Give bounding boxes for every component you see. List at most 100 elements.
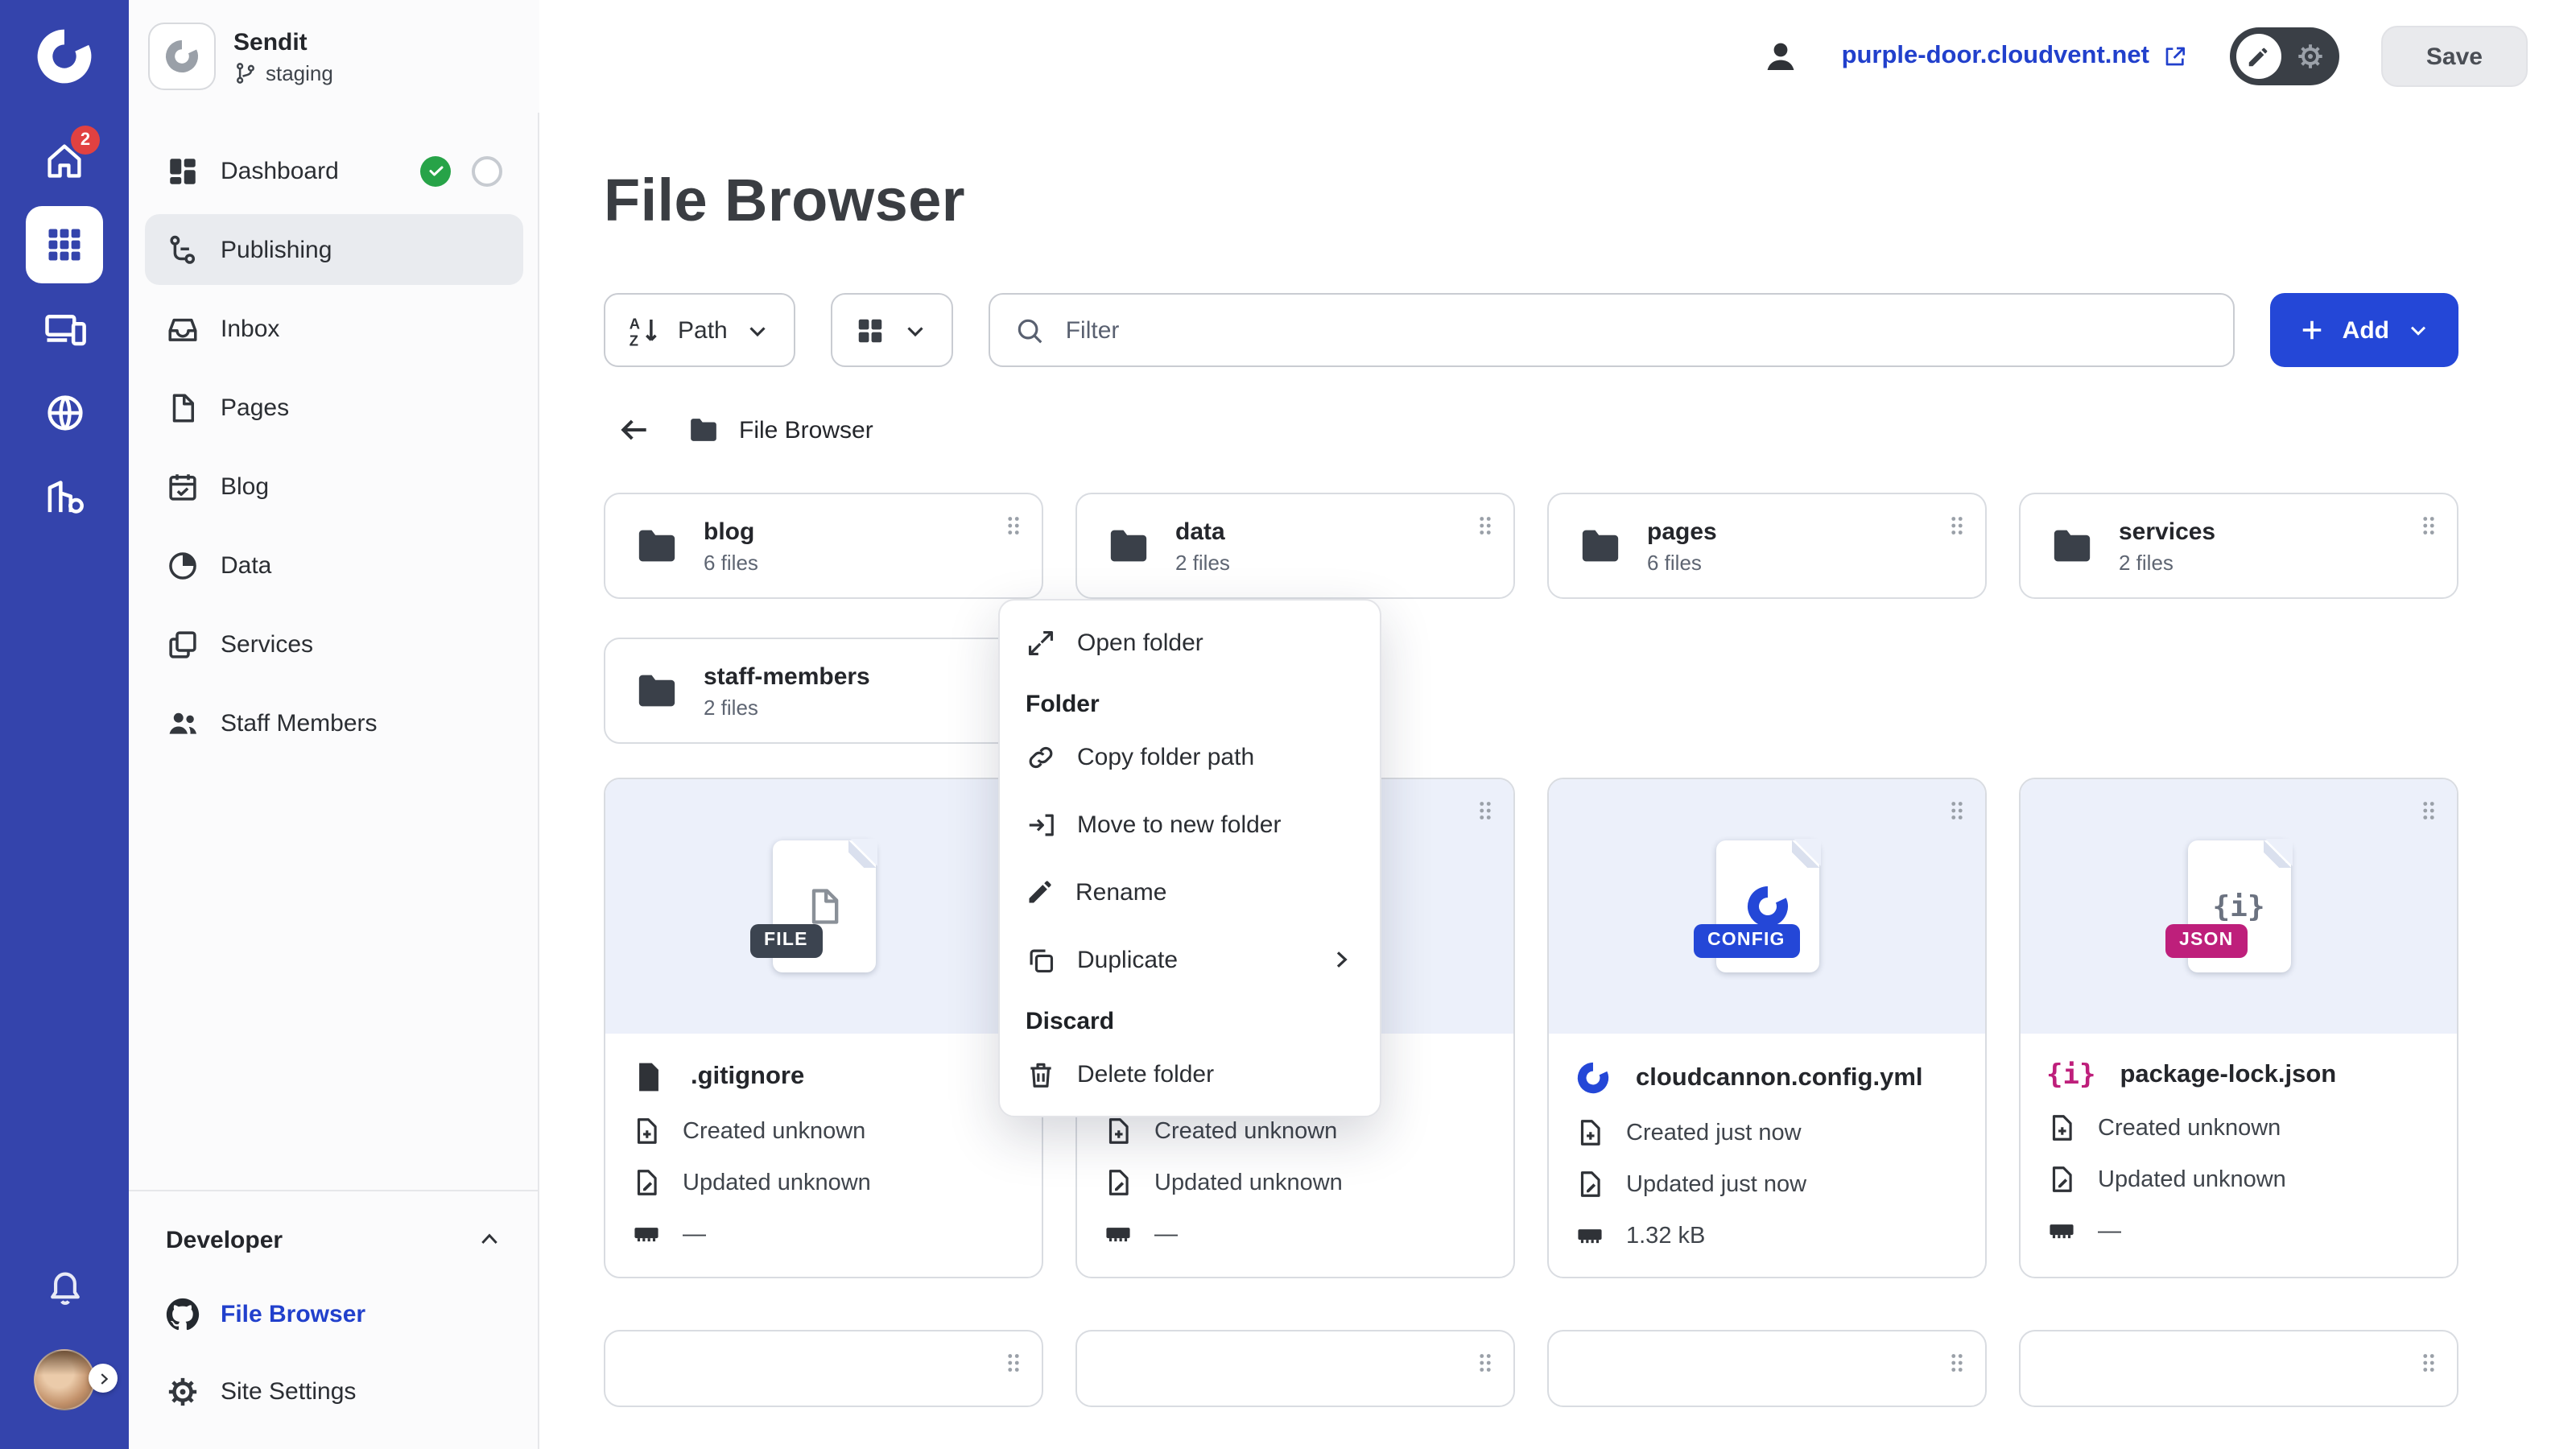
add-button[interactable]: Add xyxy=(2270,293,2458,367)
page-title: File Browser xyxy=(604,167,2458,235)
file-card-partial[interactable] xyxy=(2019,1330,2458,1407)
json-braces-icon: {i} xyxy=(2046,1059,2095,1092)
edit-mode-toggle[interactable] xyxy=(2230,27,2339,85)
publishing-icon xyxy=(166,233,200,266)
file-card-cloudcannon-config[interactable]: CONFIG cloudcannon.config.yml Created ju… xyxy=(1547,778,1987,1278)
user-avatar[interactable] xyxy=(34,1349,95,1410)
folder-file-count: 2 files xyxy=(704,695,870,719)
chevron-down-icon xyxy=(902,316,929,344)
folder-card-staff-members[interactable]: staff-members 2 files xyxy=(604,638,1043,744)
drag-handle-icon[interactable] xyxy=(1472,512,1499,539)
chevron-right-icon xyxy=(1328,947,1354,972)
developer-section-toggle[interactable]: Developer xyxy=(145,1208,523,1272)
sidebar-item-blog[interactable]: Blog xyxy=(145,451,523,522)
file-size-icon xyxy=(1575,1220,1605,1251)
sidebar-item-pages[interactable]: Pages xyxy=(145,372,523,443)
file-updated: Updated unknown xyxy=(2098,1166,2286,1192)
drag-handle-icon[interactable] xyxy=(2415,797,2442,824)
folder-card-services[interactable]: services 2 files xyxy=(2019,493,2458,599)
file-card-package-lock[interactable]: {i} JSON {i} package-lock.json Created u… xyxy=(2019,778,2458,1278)
folder-name: services xyxy=(2119,518,2215,545)
file-card-partial[interactable] xyxy=(1075,1330,1515,1407)
gear-icon xyxy=(2296,42,2325,71)
sidebar-item-data[interactable]: Data xyxy=(145,530,523,601)
file-card-gitignore[interactable]: FILE .gitignore Created unknown Updated … xyxy=(604,778,1043,1278)
file-size: — xyxy=(2098,1218,2121,1244)
sidebar-item-staff-members[interactable]: Staff Members xyxy=(145,687,523,758)
site-sidebar: Sendit staging Dashboard Publishing xyxy=(129,0,539,1449)
filter-input[interactable] xyxy=(1063,315,2209,345)
plus-icon xyxy=(2297,316,2326,345)
github-icon xyxy=(166,1297,200,1331)
sidebar-divider xyxy=(538,113,539,1449)
rail-item-sites[interactable] xyxy=(26,374,103,451)
cloudcannon-logo-icon[interactable] xyxy=(27,19,101,93)
context-menu-open-folder[interactable]: Open folder xyxy=(1000,609,1380,676)
context-menu-folder-header: Folder xyxy=(1000,676,1380,723)
inbox-icon xyxy=(166,312,200,345)
file-page-icon: {i} JSON xyxy=(2187,840,2290,972)
file-size: — xyxy=(1154,1221,1178,1247)
sidebar-item-site-settings[interactable]: Site Settings xyxy=(145,1356,523,1426)
folder-card-pages[interactable]: pages 6 files xyxy=(1547,493,1987,599)
menu-item-label: Copy folder path xyxy=(1077,743,1254,770)
created-icon xyxy=(2046,1113,2077,1143)
rail-item-apps[interactable] xyxy=(26,206,103,283)
context-menu-move-to-new-folder[interactable]: Move to new folder xyxy=(1000,791,1380,858)
folder-card-blog[interactable]: blog 6 files xyxy=(604,493,1043,599)
sidebar-item-file-browser[interactable]: File Browser xyxy=(145,1278,523,1349)
sort-button[interactable]: Path xyxy=(604,293,795,367)
folder-card-data[interactable]: data 2 files xyxy=(1075,493,1515,599)
sidebar-item-inbox[interactable]: Inbox xyxy=(145,293,523,364)
context-menu-rename[interactable]: Rename xyxy=(1000,858,1380,926)
drag-handle-icon[interactable] xyxy=(1943,512,1971,539)
cloudcannon-logo-icon xyxy=(1575,1059,1612,1096)
created-icon xyxy=(1575,1117,1605,1148)
file-type-badge: FILE xyxy=(749,923,823,958)
chevron-up-icon xyxy=(477,1227,502,1253)
back-arrow-icon[interactable] xyxy=(617,412,652,448)
drag-handle-icon[interactable] xyxy=(1943,1349,1971,1377)
folder-file-count: 6 files xyxy=(704,550,758,574)
drag-handle-icon[interactable] xyxy=(1943,797,1971,824)
rail-item-notifications[interactable] xyxy=(26,1246,103,1323)
sidebar-item-label: Site Settings xyxy=(221,1377,356,1405)
updated-icon xyxy=(631,1167,662,1198)
view-mode-button[interactable] xyxy=(831,293,953,367)
drag-handle-icon[interactable] xyxy=(1000,1349,1027,1377)
drag-handle-icon[interactable] xyxy=(1472,797,1499,824)
save-button[interactable]: Save xyxy=(2381,26,2528,87)
file-card-partial[interactable] xyxy=(604,1330,1043,1407)
sidebar-item-publishing[interactable]: Publishing xyxy=(145,214,523,285)
pencil-icon xyxy=(1026,877,1055,906)
folder-name: staff-members xyxy=(704,663,870,690)
site-header[interactable]: Sendit staging xyxy=(129,0,539,113)
drag-handle-icon[interactable] xyxy=(2415,1349,2442,1377)
drag-handle-icon[interactable] xyxy=(1472,1349,1499,1377)
context-menu-duplicate[interactable]: Duplicate xyxy=(1000,926,1380,993)
file-card-partial[interactable] xyxy=(1547,1330,1987,1407)
account-person-icon[interactable] xyxy=(1761,37,1800,76)
menu-item-label: Open folder xyxy=(1077,629,1203,656)
drag-handle-icon[interactable] xyxy=(1000,512,1027,539)
file-created: Created unknown xyxy=(2098,1115,2281,1141)
filter-field xyxy=(989,293,2235,367)
breadcrumb-root[interactable]: File Browser xyxy=(687,414,873,446)
rail-item-home[interactable]: 2 xyxy=(26,122,103,200)
file-type-badge: CONFIG xyxy=(1693,923,1800,958)
rail-item-organization[interactable] xyxy=(26,457,103,535)
file-grid: FILE .gitignore Created unknown Updated … xyxy=(604,778,2458,1407)
site-domain-link[interactable]: purple-door.cloudvent.net xyxy=(1842,42,2188,71)
organization-icon xyxy=(43,474,86,518)
rail-item-devices[interactable] xyxy=(26,290,103,367)
sidebar-item-dashboard[interactable]: Dashboard xyxy=(145,135,523,206)
context-menu-copy-folder-path[interactable]: Copy folder path xyxy=(1000,723,1380,791)
branch-name: staging xyxy=(266,60,333,85)
notification-badge: 2 xyxy=(71,126,100,155)
expand-rail-chevron-icon[interactable] xyxy=(89,1364,118,1393)
apps-grid-icon xyxy=(43,224,85,266)
context-menu-delete-folder[interactable]: Delete folder xyxy=(1000,1040,1380,1108)
drag-handle-icon[interactable] xyxy=(2415,512,2442,539)
sidebar-item-label: Dashboard xyxy=(221,157,339,184)
sidebar-item-services[interactable]: Services xyxy=(145,609,523,679)
